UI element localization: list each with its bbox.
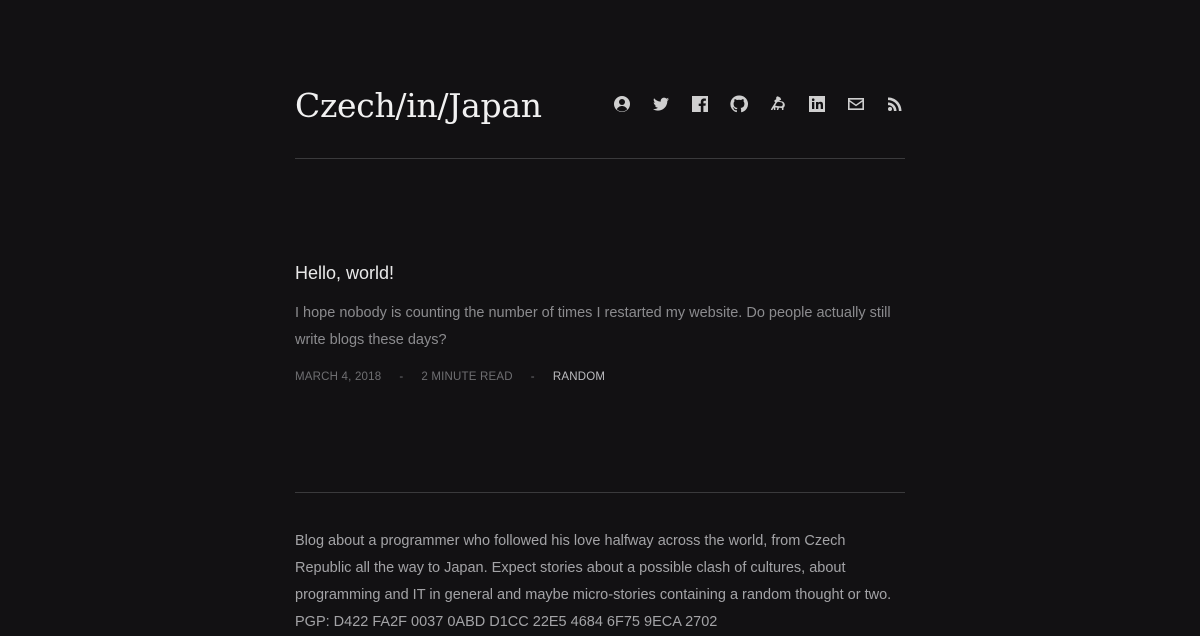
footer-divider	[295, 492, 905, 493]
about-section: Blog about a programmer who followed his…	[295, 528, 905, 636]
post-date: MARCH 4, 2018	[295, 371, 382, 383]
site-header: Czech/in/Japan	[295, 78, 905, 134]
social-links	[612, 94, 905, 114]
facebook-icon[interactable]	[690, 94, 710, 114]
post-summary: Hello, world! I hope nobody is counting …	[295, 260, 905, 386]
header-divider	[295, 158, 905, 159]
github-icon[interactable]	[729, 94, 749, 114]
post-excerpt: I hope nobody is counting the number of …	[295, 305, 891, 348]
post-title-link[interactable]: Hello, world!	[295, 260, 905, 286]
post-read-time: 2 MINUTE READ	[421, 371, 513, 383]
site-title-link[interactable]: Czech/in/Japan	[295, 84, 542, 128]
about-text: Blog about a programmer who followed his…	[295, 533, 892, 603]
meta-separator: -	[399, 371, 404, 383]
pgp-fingerprint: PGP: D422 FA2F 0037 0ABD D1CC 22E5 4684 …	[295, 614, 718, 630]
about-icon[interactable]	[612, 94, 632, 114]
goat-icon[interactable]	[768, 94, 788, 114]
post-category-link[interactable]: RANDOM	[553, 371, 605, 383]
twitter-icon[interactable]	[651, 94, 671, 114]
rss-icon[interactable]	[885, 94, 905, 114]
linkedin-icon[interactable]	[807, 94, 827, 114]
email-icon[interactable]	[846, 94, 866, 114]
meta-separator: -	[530, 371, 535, 383]
post-meta: MARCH 4, 2018 - 2 MINUTE READ - RANDOM	[295, 368, 905, 386]
